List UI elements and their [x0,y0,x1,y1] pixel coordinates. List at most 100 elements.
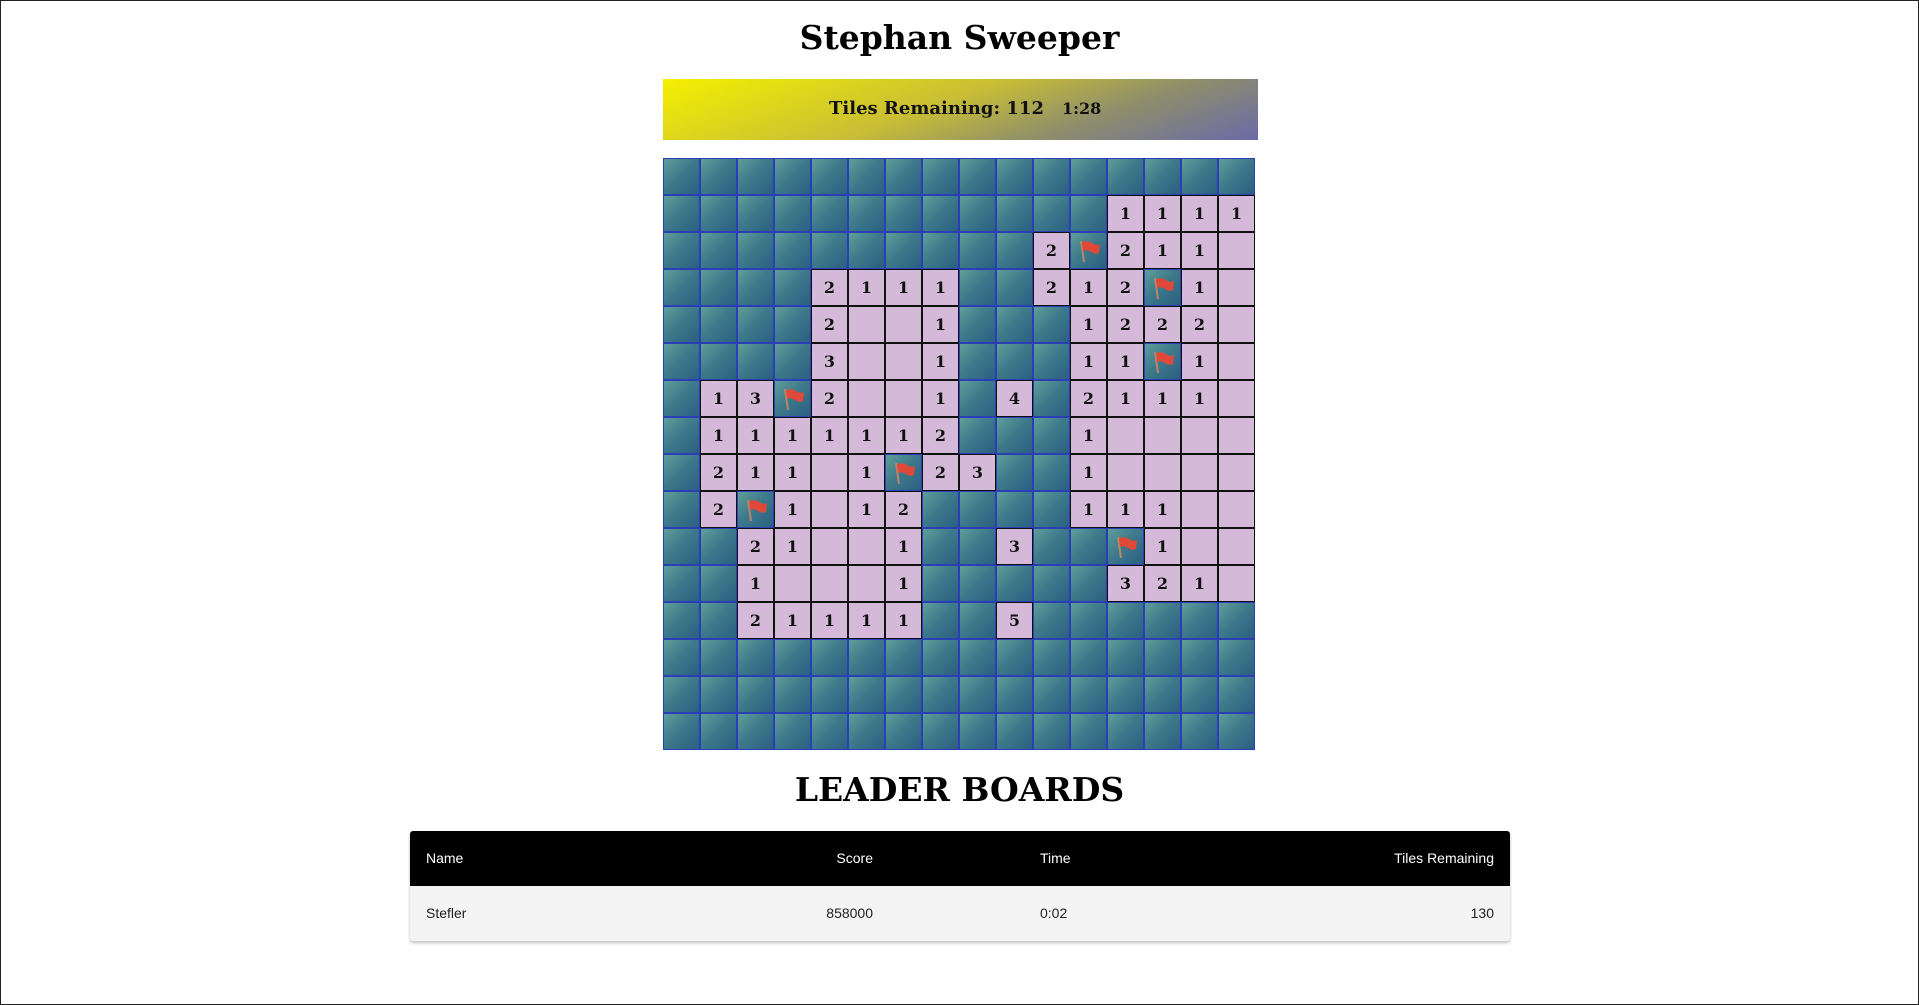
empty-tile[interactable] [848,565,885,602]
hidden-tile[interactable] [885,676,922,713]
hidden-tile[interactable] [1070,528,1107,565]
hidden-tile[interactable] [848,232,885,269]
hidden-tile[interactable] [1181,676,1218,713]
number-tile[interactable]: 2 [811,380,848,417]
number-tile[interactable]: 2 [700,491,737,528]
empty-tile[interactable] [848,343,885,380]
hidden-tile[interactable] [1181,713,1218,750]
hidden-tile[interactable] [959,343,996,380]
hidden-tile[interactable] [700,602,737,639]
empty-tile[interactable] [1218,565,1255,602]
hidden-tile[interactable] [700,639,737,676]
empty-tile[interactable] [774,565,811,602]
hidden-tile[interactable] [663,158,700,195]
empty-tile[interactable] [1144,417,1181,454]
hidden-tile[interactable] [1033,306,1070,343]
hidden-tile[interactable] [1107,158,1144,195]
hidden-tile[interactable] [996,343,1033,380]
number-tile[interactable]: 1 [885,417,922,454]
empty-tile[interactable] [848,380,885,417]
number-tile[interactable]: 1 [737,454,774,491]
hidden-tile[interactable] [922,528,959,565]
number-tile[interactable]: 4 [996,380,1033,417]
hidden-tile[interactable] [1218,602,1255,639]
hidden-tile[interactable] [996,269,1033,306]
empty-tile[interactable] [1144,454,1181,491]
hidden-tile[interactable] [1033,380,1070,417]
hidden-tile[interactable] [663,306,700,343]
hidden-tile[interactable] [922,195,959,232]
hidden-tile[interactable] [1144,713,1181,750]
hidden-tile[interactable] [885,232,922,269]
hidden-tile[interactable] [811,639,848,676]
hidden-tile[interactable] [663,380,700,417]
hidden-tile[interactable] [996,676,1033,713]
hidden-tile[interactable] [1144,602,1181,639]
hidden-tile[interactable] [848,676,885,713]
number-tile[interactable]: 1 [922,343,959,380]
empty-tile[interactable] [1218,491,1255,528]
empty-tile[interactable] [1181,417,1218,454]
number-tile[interactable]: 1 [774,454,811,491]
empty-tile[interactable] [885,306,922,343]
hidden-tile[interactable] [1107,602,1144,639]
number-tile[interactable]: 1 [1070,417,1107,454]
number-tile[interactable]: 2 [1144,306,1181,343]
hidden-tile[interactable] [700,195,737,232]
number-tile[interactable]: 2 [700,454,737,491]
empty-tile[interactable] [885,343,922,380]
number-tile[interactable]: 1 [1144,195,1181,232]
hidden-tile[interactable] [1144,639,1181,676]
hidden-tile[interactable] [959,195,996,232]
hidden-tile[interactable] [663,713,700,750]
number-tile[interactable]: 1 [774,491,811,528]
hidden-tile[interactable] [663,565,700,602]
flagged-tile[interactable] [1144,269,1181,306]
flagged-tile[interactable] [737,491,774,528]
hidden-tile[interactable] [663,269,700,306]
number-tile[interactable]: 2 [885,491,922,528]
number-tile[interactable]: 1 [1144,528,1181,565]
hidden-tile[interactable] [922,602,959,639]
number-tile[interactable]: 1 [922,269,959,306]
hidden-tile[interactable] [737,676,774,713]
hidden-tile[interactable] [996,417,1033,454]
hidden-tile[interactable] [737,713,774,750]
number-tile[interactable]: 1 [885,269,922,306]
hidden-tile[interactable] [922,713,959,750]
hidden-tile[interactable] [959,417,996,454]
hidden-tile[interactable] [1033,565,1070,602]
hidden-tile[interactable] [663,528,700,565]
hidden-tile[interactable] [959,639,996,676]
hidden-tile[interactable] [922,158,959,195]
number-tile[interactable]: 1 [1070,491,1107,528]
number-tile[interactable]: 1 [885,528,922,565]
hidden-tile[interactable] [737,158,774,195]
number-tile[interactable]: 2 [922,454,959,491]
hidden-tile[interactable] [1070,565,1107,602]
hidden-tile[interactable] [1033,491,1070,528]
empty-tile[interactable] [1181,491,1218,528]
number-tile[interactable]: 1 [848,417,885,454]
hidden-tile[interactable] [700,343,737,380]
empty-tile[interactable] [1218,232,1255,269]
hidden-tile[interactable] [1033,195,1070,232]
hidden-tile[interactable] [1144,676,1181,713]
hidden-tile[interactable] [1107,639,1144,676]
hidden-tile[interactable] [700,528,737,565]
number-tile[interactable]: 1 [1107,195,1144,232]
hidden-tile[interactable] [700,676,737,713]
number-tile[interactable]: 1 [848,491,885,528]
number-tile[interactable]: 5 [996,602,1033,639]
hidden-tile[interactable] [700,232,737,269]
hidden-tile[interactable] [1033,417,1070,454]
hidden-tile[interactable] [922,232,959,269]
number-tile[interactable]: 1 [1181,380,1218,417]
number-tile[interactable]: 1 [774,602,811,639]
number-tile[interactable]: 2 [811,306,848,343]
number-tile[interactable]: 1 [848,454,885,491]
number-tile[interactable]: 1 [811,417,848,454]
number-tile[interactable]: 1 [885,565,922,602]
hidden-tile[interactable] [1070,639,1107,676]
hidden-tile[interactable] [1070,602,1107,639]
